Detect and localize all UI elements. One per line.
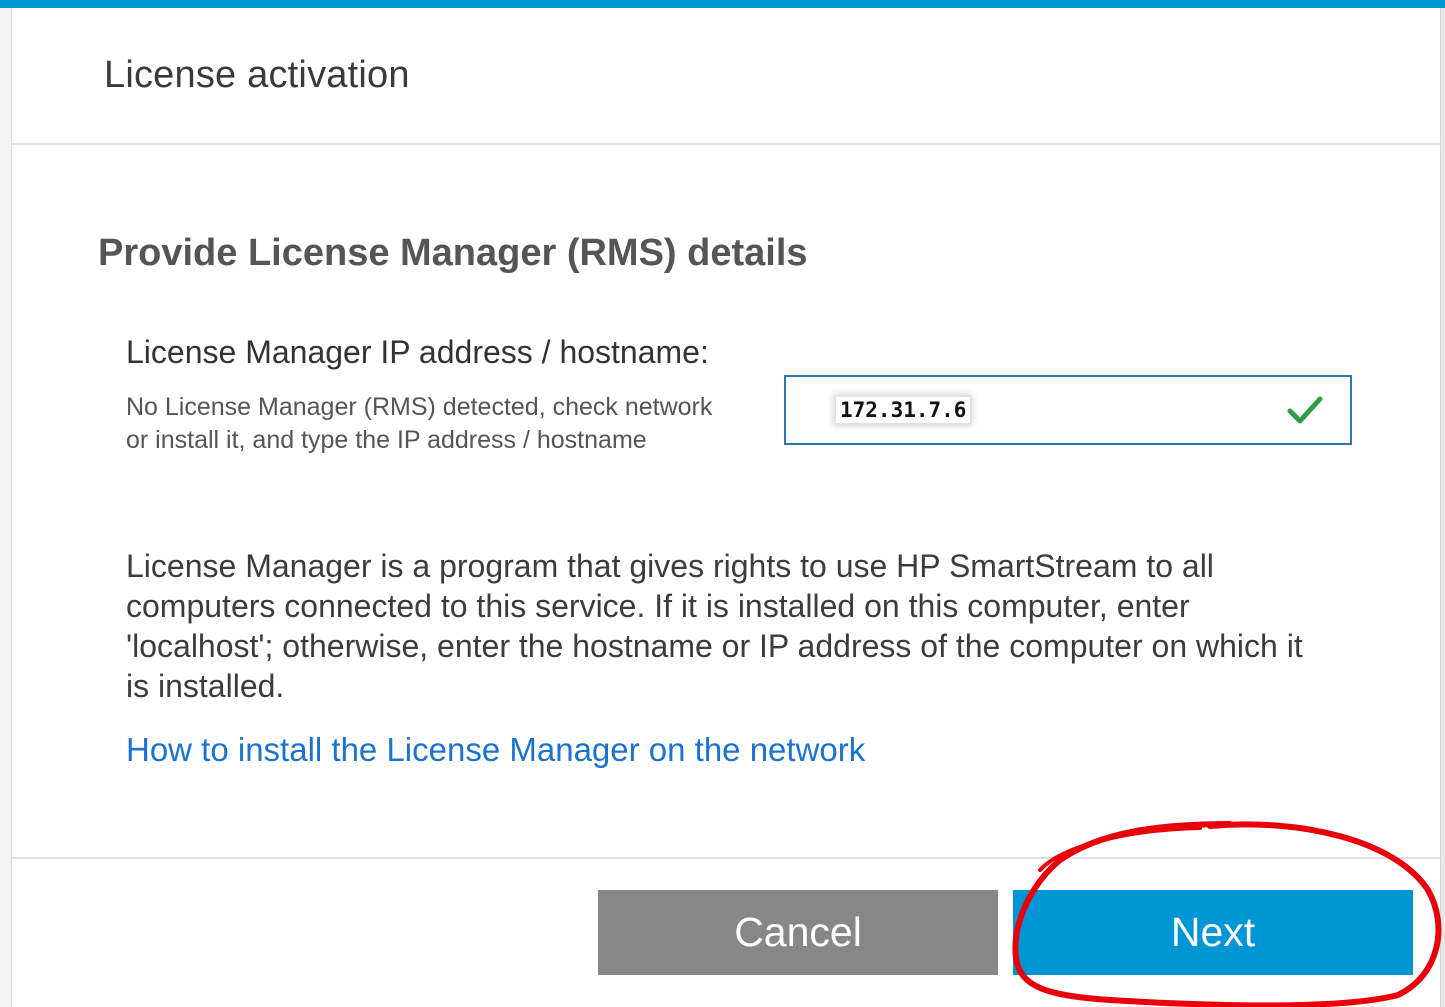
ip-address-input[interactable]: 172.31.7.6: [784, 375, 1352, 445]
ip-field-label: License Manager IP address / hostname:: [126, 334, 709, 370]
red-circle-annotation: [1012, 821, 1442, 1007]
dialog-title: License activation: [104, 54, 410, 96]
ip-address-value[interactable]: 172.31.7.6: [836, 397, 971, 423]
check-icon: [1287, 396, 1323, 424]
ip-field-help-text: No License Manager (RMS) detected, check…: [126, 393, 713, 454]
next-button[interactable]: Next: [1013, 890, 1413, 975]
header-divider: [11, 143, 1441, 145]
cancel-button[interactable]: Cancel: [598, 890, 998, 975]
title-accent-bar: [0, 0, 1445, 8]
footer-divider: [11, 857, 1441, 859]
license-manager-description: License Manager is a program that gives …: [126, 548, 1303, 704]
window-left-edge: [0, 0, 12, 1007]
license-activation-dialog: License activation Provide License Manag…: [0, 0, 1445, 1007]
install-license-manager-link[interactable]: How to install the License Manager on th…: [126, 731, 865, 769]
window-right-edge: [1440, 0, 1445, 1007]
section-heading: Provide License Manager (RMS) details: [98, 232, 808, 274]
